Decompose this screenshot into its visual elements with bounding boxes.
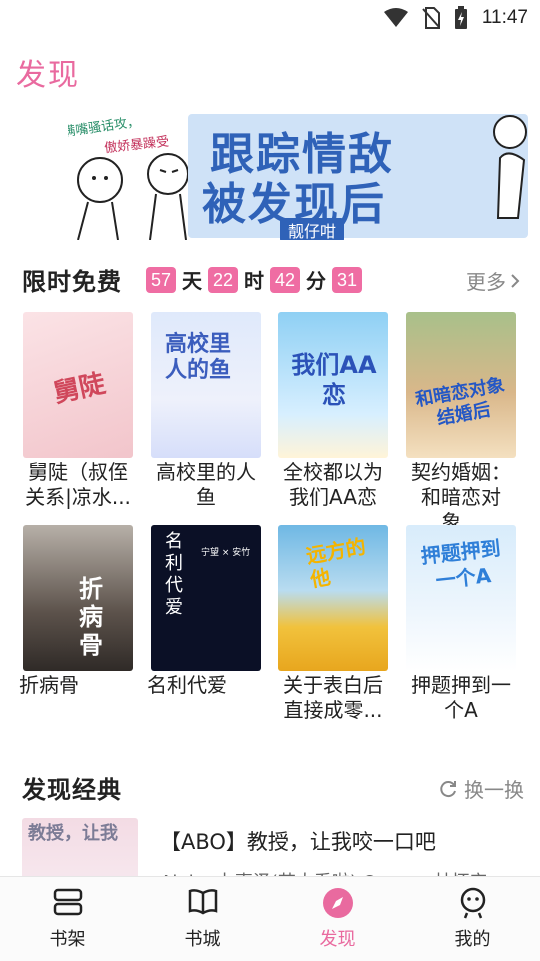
tab-label: 书城 [184, 929, 221, 950]
book-card[interactable]: 舅陡 舅陡（叔侄关系|凉水... [23, 312, 135, 510]
book-card[interactable]: 押题押到一个A 押题押到一个A [406, 525, 518, 723]
refresh-label: 换一换 [464, 778, 524, 802]
book-cover[interactable]: 和暗恋对象结婚后 [406, 312, 516, 458]
countdown-hours: 22 [208, 266, 238, 293]
book-cover-title: 我们AA恋 [291, 351, 377, 409]
countdown-timer: 57 天 22 时 42 分 31 [146, 265, 362, 294]
book-cover-title: 折病骨 [79, 575, 103, 659]
tab-label: 书架 [49, 929, 86, 950]
banner-author-tag: 靓仔咁 [280, 218, 345, 240]
book-cover[interactable]: 舅陡 [23, 312, 133, 458]
countdown-hours-unit: 时 [244, 269, 264, 293]
book-cover[interactable]: 押题押到一个A [406, 525, 516, 671]
limited-free-heading: 限时免费 [22, 268, 122, 296]
classic-heading: 发现经典 [22, 776, 122, 804]
book-cover[interactable]: 高校里人的鱼 [151, 312, 261, 458]
countdown-days: 57 [146, 266, 176, 293]
book-card[interactable]: 我们AA恋 全校都以为我们AA恋 [278, 312, 390, 510]
banner-right-doodle [493, 115, 527, 219]
tab-label: 我的 [454, 929, 491, 950]
book-cover[interactable]: 名利代爱 宁望 × 安竹 [151, 525, 261, 671]
book-cover[interactable]: 折病骨 [23, 525, 133, 671]
countdown-minutes-unit: 分 [306, 269, 326, 293]
book-cover-title: 和暗恋对象结婚后 [413, 374, 507, 430]
countdown-days-unit: 天 [182, 269, 202, 293]
banner-doodle-figures [77, 153, 189, 240]
refresh-icon [440, 780, 456, 797]
compass-icon [322, 888, 353, 918]
tab-bookstore[interactable]: 书城 [135, 877, 270, 961]
chevron-right-icon [511, 273, 520, 288]
book-card[interactable]: 和暗恋对象结婚后 契约婚姻：和暗恋对象... [406, 312, 518, 535]
classic-book-title[interactable]: 【ABO】教授，让我咬一口吧 [160, 826, 436, 856]
book-title: 押题押到一个A [411, 673, 511, 722]
more-button[interactable]: 更多 [466, 266, 520, 295]
bookshelf-icon [53, 888, 82, 916]
book-title: 折病骨 [19, 673, 79, 697]
book-title: 契约婚姻：和暗恋对象... [411, 460, 511, 534]
book-card[interactable]: 名利代爱 宁望 × 安竹 名利代爱 [147, 525, 263, 698]
book-title: 关于表白后直接成零... [283, 673, 383, 722]
no-sim-icon [422, 7, 440, 29]
countdown-minutes: 42 [270, 266, 300, 293]
book-title: 名利代爱 [147, 673, 227, 697]
promo-banner[interactable]: 满嘴骚话攻， 傲娇暴躁受 跟踪情敌 被发现后 靓仔咁 [68, 108, 536, 240]
book-cover-title: 远方的他 [304, 534, 368, 592]
status-bar: 11:47 [0, 0, 540, 36]
tab-discover[interactable]: 发现 [270, 877, 405, 961]
book-cover-title: 舅陡 [50, 368, 109, 410]
book-cover[interactable]: 我们AA恋 [278, 312, 388, 458]
tab-bookshelf[interactable]: 书架 [0, 877, 135, 961]
countdown-seconds: 31 [332, 266, 362, 293]
status-icons: 11:47 [383, 6, 528, 30]
book-title: 高校里的人鱼 [156, 460, 256, 509]
book-cover-authors: 宁望 × 安竹 [201, 548, 251, 558]
open-book-icon [188, 889, 217, 915]
wifi-icon [383, 8, 408, 27]
tab-profile[interactable]: 我的 [405, 877, 540, 961]
bottom-tab-bar: 书架 书城 发现 我的 [0, 876, 540, 961]
book-cover-title: 高校里人的鱼 [165, 332, 232, 383]
book-title: 全校都以为我们AA恋 [283, 460, 383, 509]
status-time: 11:47 [481, 7, 528, 28]
book-cover[interactable]: 远方的他 [278, 525, 388, 671]
book-card[interactable]: 高校里人的鱼 高校里的人鱼 [151, 312, 263, 510]
more-label: 更多 [466, 270, 506, 294]
profile-icon [460, 887, 485, 919]
book-card[interactable]: 折病骨 折病骨 [19, 525, 135, 698]
page-title: 发现 [16, 58, 80, 93]
book-card[interactable]: 远方的他 关于表白后直接成零... [278, 525, 390, 723]
tab-label: 发现 [319, 929, 356, 950]
classic-cover-title: 教授，让我 [28, 823, 118, 844]
book-cover-title: 押题押到一个A [419, 535, 502, 593]
book-title: 舅陡（叔侄关系|凉水... [25, 460, 131, 509]
book-cover-title: 名利代爱 [165, 531, 183, 618]
refresh-button[interactable]: 换一换 [438, 774, 524, 803]
battery-charging-icon [454, 6, 467, 29]
